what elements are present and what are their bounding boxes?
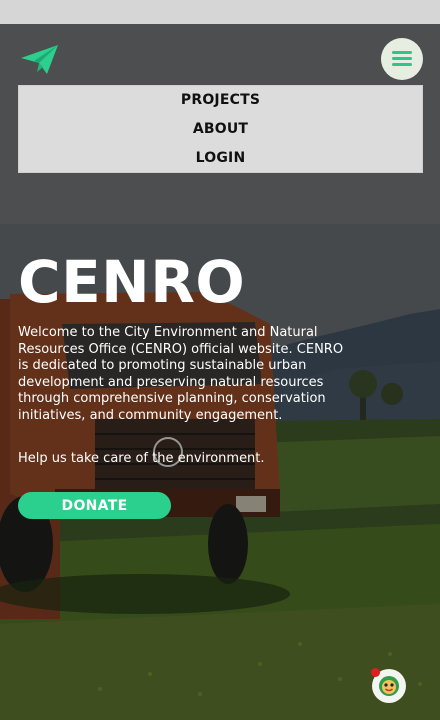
menu-toggle-button[interactable] [381, 38, 423, 80]
hero-title: CENRO [18, 248, 246, 316]
nav-item-login[interactable]: LOGIN [196, 144, 246, 173]
hero-description: Welcome to the City Environment and Natu… [18, 325, 344, 423]
mascot-chat-icon [379, 676, 399, 696]
notification-dot [371, 668, 380, 677]
nav-item-about[interactable]: ABOUT [193, 115, 248, 144]
nav-item-projects[interactable]: PROJECTS [181, 86, 260, 115]
page: PROJECTS ABOUT LOGIN CENRO Welcome to th… [0, 0, 440, 720]
browser-top-strip [0, 0, 440, 24]
nav-dropdown-menu: PROJECTS ABOUT LOGIN [18, 85, 423, 173]
hero-call-to-action-text: Help us take care of the environment. [18, 451, 265, 466]
donate-button[interactable]: DONATE [18, 492, 171, 519]
paper-plane-icon[interactable] [20, 44, 60, 76]
hamburger-menu-icon [392, 51, 412, 67]
